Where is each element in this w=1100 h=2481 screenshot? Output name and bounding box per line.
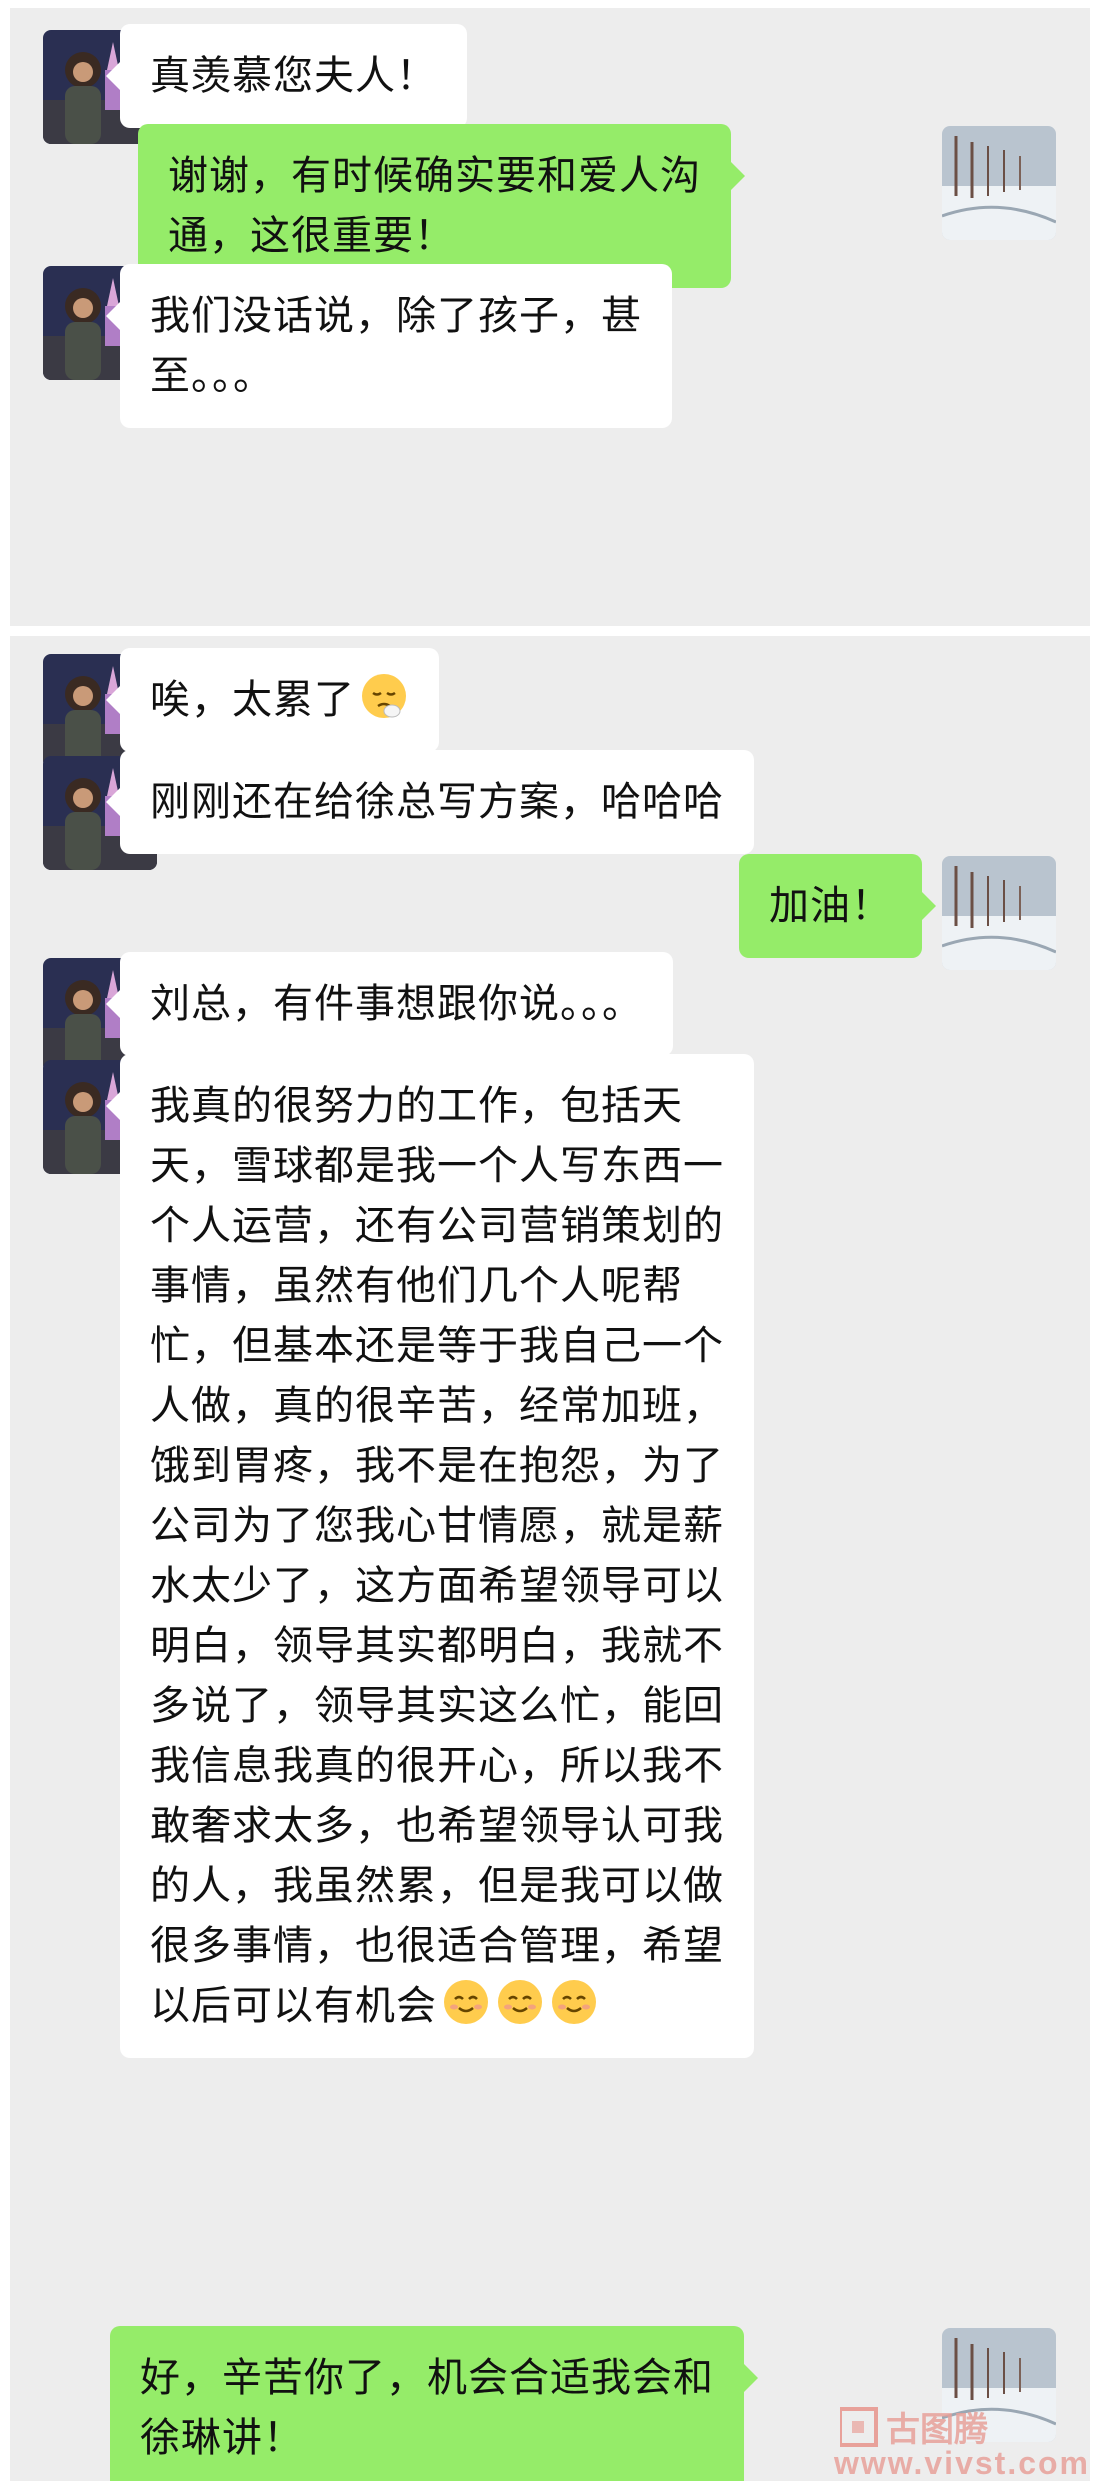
message-text: 我信息我真的很开心，所以我不 xyxy=(150,1743,724,1789)
smiling-face-icon xyxy=(495,1977,545,2027)
watermark-url: www.vivst.com xyxy=(834,2445,1090,2481)
message-bubble-received[interactable]: 我真的很努力的工作，包括天 天，雪球都是我一个人写东西一 个人运营，还有公司营销… xyxy=(106,1054,754,2058)
message-text: 敢奢求太多，也希望领导认可我 xyxy=(150,1803,724,1849)
message-text: 天，雪球都是我一个人写东西一 xyxy=(150,1143,724,1189)
message-text: 加油！ xyxy=(769,883,892,929)
message-line: 以后可以有机会 xyxy=(150,1976,724,2036)
message-text: 以后可以有机会 xyxy=(150,1983,437,2029)
message-text: 的人，我虽然累，但是我可以做 xyxy=(150,1863,724,1909)
message-text: 很多事情，也很适合管理，希望 xyxy=(150,1923,724,1969)
message-text: 刚刚还在给徐总写方案，哈哈哈 xyxy=(150,779,724,825)
site-watermark: 古图腾 www.vivst.com xyxy=(790,2405,1090,2481)
message-bubble-sent[interactable]: 好，辛苦你了，机会合适我会和 徐琳讲！ xyxy=(110,2326,758,2481)
message-text: 好，辛苦你了，机会合适我会和 xyxy=(140,2355,714,2401)
own-avatar[interactable] xyxy=(942,126,1056,240)
message-text: 刘总，有件事想跟你说。。。 xyxy=(150,981,643,1027)
message-text: 我们没话说，除了孩子，甚 xyxy=(150,293,642,339)
chat-panel-bottom: 唉，太累了 刚刚还在给徐总写方案，哈哈哈 加油！ 刘总，有件事想跟你说。。。 我… xyxy=(10,636,1090,2481)
message-text: 谢谢，有时候确实要和爱人沟 xyxy=(168,153,701,199)
message-text: 真羡慕您夫人！ xyxy=(150,53,437,99)
message-bubble-received[interactable]: 我们没话说，除了孩子，甚 至。。。 xyxy=(106,264,672,428)
message-text: 至。。。 xyxy=(150,353,274,399)
message-text: 忙，但基本还是等于我自己一个 xyxy=(150,1323,724,1369)
message-text: 事情，虽然有他们几个人呢帮 xyxy=(150,1263,683,1309)
message-text: 徐琳讲！ xyxy=(140,2415,304,2461)
chat-panel-top: 真羡慕您夫人！ 谢谢，有时候确实要和爱人沟 通，这很重要！ 我们没话说，除了孩子… xyxy=(10,8,1090,626)
message-text: 多说了，领导其实这么忙，能回 xyxy=(150,1683,724,1729)
message-text: 个人运营，还有公司营销策划的 xyxy=(150,1203,724,1249)
message-bubble-received[interactable]: 真羡慕您夫人！ xyxy=(106,24,467,128)
message-bubble-received[interactable]: 唉，太累了 xyxy=(106,648,439,752)
smiling-face-icon xyxy=(441,1977,491,2027)
message-text: 明白，领导其实都明白，我就不 xyxy=(150,1623,724,1669)
message-text: 我真的很努力的工作，包括天 xyxy=(150,1083,683,1129)
message-bubble-received[interactable]: 刚刚还在给徐总写方案，哈哈哈 xyxy=(106,750,754,854)
message-line: 唉，太累了 xyxy=(150,670,409,730)
pensive-face-icon xyxy=(359,671,409,721)
message-text: 唉，太累了 xyxy=(150,677,355,723)
message-bubble-received[interactable]: 刘总，有件事想跟你说。。。 xyxy=(106,952,673,1056)
watermark-logo: 古图腾 xyxy=(840,2407,989,2449)
message-text: 人做，真的很辛苦，经常加班， xyxy=(150,1383,724,1429)
watermark-logo-text: 古图腾 xyxy=(886,2410,989,2449)
chat-screenshot: 真羡慕您夫人！ 谢谢，有时候确实要和爱人沟 通，这很重要！ 我们没话说，除了孩子… xyxy=(0,0,1100,2481)
message-bubble-sent[interactable]: 加油！ xyxy=(739,854,936,958)
message-text: 通，这很重要！ xyxy=(168,213,455,259)
message-text: 水太少了，这方面希望领导可以 xyxy=(150,1563,724,1609)
message-text: 饿到胃疼，我不是在抱怨，为了 xyxy=(150,1443,724,1489)
message-text: 公司为了您我心甘情愿，就是薪 xyxy=(150,1503,724,1549)
own-avatar[interactable] xyxy=(942,856,1056,970)
smiling-face-icon xyxy=(549,1977,599,2027)
